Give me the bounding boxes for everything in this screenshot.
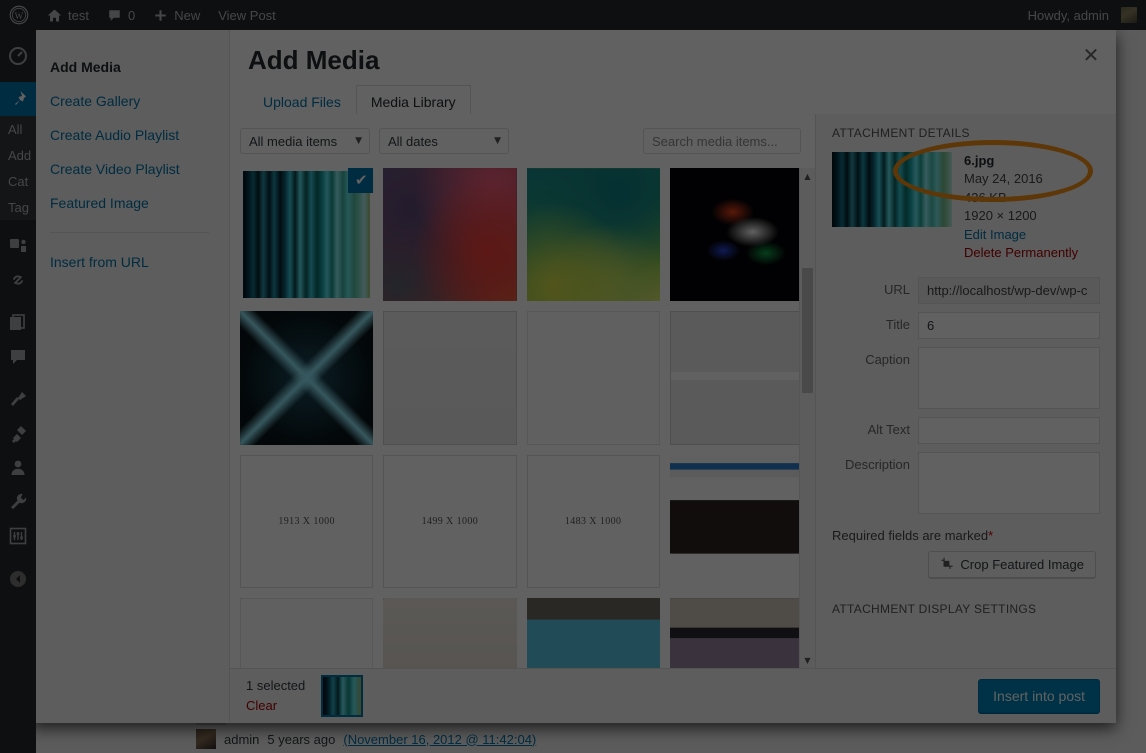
screen: W test 0 New Vie <box>0 0 1146 753</box>
modal-overlay[interactable] <box>0 0 1146 753</box>
